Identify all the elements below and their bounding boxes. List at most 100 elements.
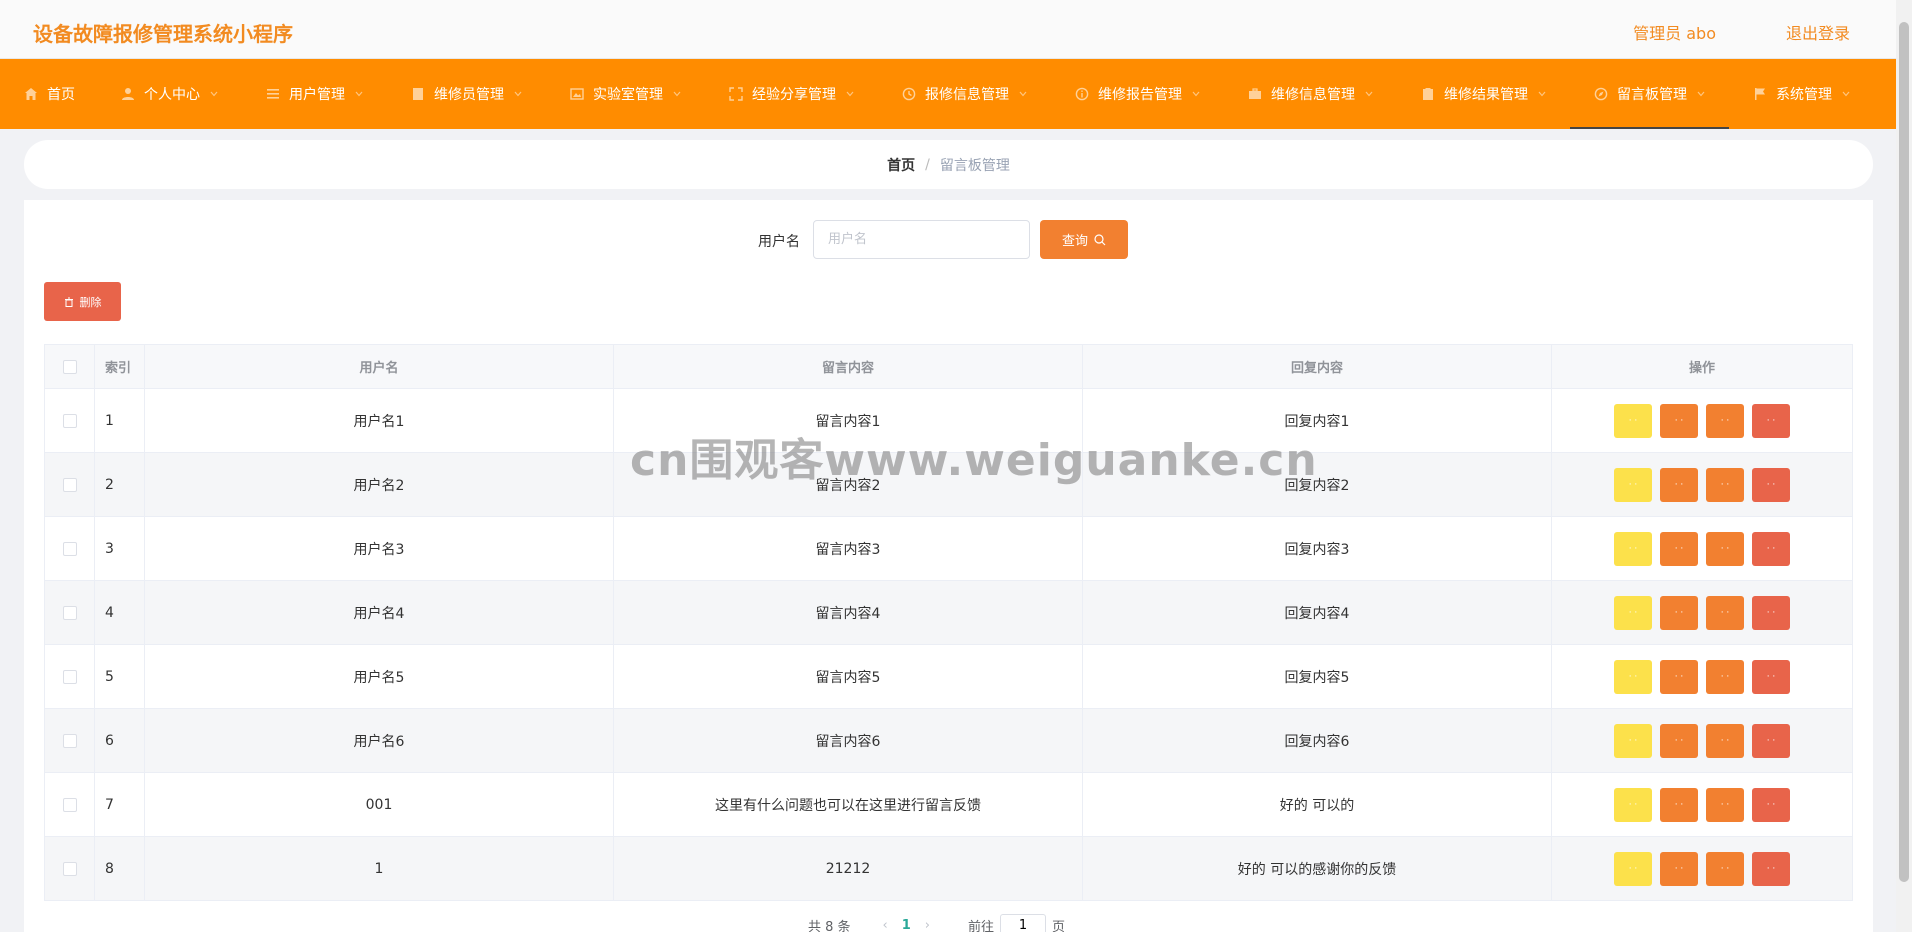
edit-button[interactable]: · · — [1660, 595, 1698, 630]
nav-item-user-management[interactable]: 用户管理 — [242, 59, 387, 129]
view-button[interactable]: · · — [1614, 531, 1652, 566]
logout-link[interactable]: 退出登录 — [1786, 20, 1850, 44]
nav-item-personal-center[interactable]: 个人中心 — [99, 59, 242, 129]
nav-item-experience-sharing[interactable]: 经验分享管理 — [705, 59, 878, 129]
row-delete-button[interactable]: · · — [1752, 595, 1790, 630]
cell-username: 用户名5 — [144, 644, 614, 709]
row-select-cell — [44, 452, 95, 517]
cell-message: 留言内容5 — [613, 644, 1083, 709]
nav-item-label: 首页 — [47, 87, 75, 103]
nav-item-lab-management[interactable]: 实验室管理 — [546, 59, 705, 129]
cell-index: 6 — [94, 708, 145, 773]
column-header-index: 索引 — [94, 344, 145, 389]
view-button[interactable]: · · — [1614, 467, 1652, 502]
row-select-cell — [44, 580, 95, 645]
prev-page-icon[interactable]: ‹ — [883, 918, 888, 932]
cell-username: 用户名3 — [144, 516, 614, 581]
column-header-actions: 操作 — [1551, 344, 1853, 389]
nav-item-home[interactable]: 首页 — [0, 59, 99, 129]
edit-button[interactable]: · · — [1660, 467, 1698, 502]
chevron-down-icon — [673, 90, 681, 98]
reply-button[interactable]: · · — [1706, 723, 1744, 758]
nav-item-repairer-management[interactable]: 维修员管理 — [387, 59, 546, 129]
column-header-message: 留言内容 — [613, 344, 1083, 389]
cell-index: 8 — [94, 836, 145, 901]
table-header-row: 索引 用户名 留言内容 回复内容 操作 — [44, 344, 1853, 389]
reply-button[interactable]: · · — [1706, 595, 1744, 630]
row-delete-button[interactable]: · · — [1752, 403, 1790, 438]
row-delete-button[interactable]: · · — [1752, 659, 1790, 694]
view-button[interactable]: · · — [1614, 595, 1652, 630]
scrollbar-thumb[interactable] — [1899, 22, 1909, 882]
reply-button[interactable]: · · — [1706, 659, 1744, 694]
chevron-down-icon — [1538, 90, 1546, 98]
cell-username: 用户名1 — [144, 388, 614, 453]
pagination-total: 共 8 条 — [808, 919, 851, 932]
edit-button[interactable]: · · — [1660, 531, 1698, 566]
cell-actions: · · · · · · · · — [1551, 452, 1853, 517]
breadcrumb: 首页 / 留言板管理 — [24, 140, 1873, 189]
view-button[interactable]: · · — [1614, 659, 1652, 694]
chevron-down-icon — [1365, 90, 1373, 98]
top-header: 设备故障报修管理系统小程序 管理员 abo 退出登录 — [0, 0, 1896, 59]
edit-button[interactable]: · · — [1660, 787, 1698, 822]
reply-button[interactable]: · · — [1706, 787, 1744, 822]
row-checkbox[interactable] — [62, 861, 77, 876]
nav-item-repair-result[interactable]: 维修结果管理 — [1397, 59, 1570, 129]
reply-button[interactable]: · · — [1706, 531, 1744, 566]
row-checkbox[interactable] — [62, 541, 77, 556]
goto-page-input[interactable] — [1000, 914, 1047, 932]
row-checkbox[interactable] — [62, 605, 77, 620]
view-button[interactable]: · · — [1614, 787, 1652, 822]
row-checkbox[interactable] — [62, 669, 77, 684]
cell-message: 留言内容4 — [613, 580, 1083, 645]
view-button[interactable]: · · — [1614, 851, 1652, 886]
row-select-cell — [44, 388, 95, 453]
chevron-down-icon — [514, 90, 522, 98]
table-row: 5 用户名5 留言内容5 回复内容5 · · · · · · · · — [44, 644, 1853, 709]
nav-item-repair-info[interactable]: 维修信息管理 — [1224, 59, 1397, 129]
nav-item-system-management[interactable]: 系统管理 — [1729, 59, 1874, 129]
row-delete-button[interactable]: · · — [1752, 851, 1790, 886]
edit-button[interactable]: · · — [1660, 403, 1698, 438]
vertical-scrollbar[interactable] — [1896, 0, 1912, 932]
nav-item-message-board[interactable]: 留言板管理 — [1570, 59, 1729, 129]
column-header-username: 用户名 — [144, 344, 614, 389]
cell-actions: · · · · · · · · — [1551, 516, 1853, 581]
breadcrumb-home-link[interactable]: 首页 — [887, 155, 915, 175]
reply-button[interactable]: · · — [1706, 467, 1744, 502]
compass-icon — [1594, 87, 1608, 101]
edit-button[interactable]: · · — [1660, 659, 1698, 694]
search-username-input[interactable] — [813, 220, 1030, 259]
cell-username: 用户名4 — [144, 580, 614, 645]
row-checkbox[interactable] — [62, 477, 77, 492]
nav-item-repair-report[interactable]: 维修报告管理 — [1051, 59, 1224, 129]
reply-button[interactable]: · · — [1706, 851, 1744, 886]
search-button[interactable]: 查询 — [1040, 220, 1128, 259]
clock-icon — [902, 87, 916, 101]
pagination: 共 8 条 ‹ 1 › 前往 页 — [808, 914, 1065, 932]
row-checkbox[interactable] — [62, 733, 77, 748]
row-delete-button[interactable]: · · — [1752, 531, 1790, 566]
row-delete-button[interactable]: · · — [1752, 723, 1790, 758]
row-delete-button[interactable]: · · — [1752, 787, 1790, 822]
view-button[interactable]: · · — [1614, 403, 1652, 438]
nav-item-label: 经验分享管理 — [752, 87, 836, 103]
edit-button[interactable]: · · — [1660, 851, 1698, 886]
reply-button[interactable]: · · — [1706, 403, 1744, 438]
edit-button[interactable]: · · — [1660, 723, 1698, 758]
breadcrumb-separator: / — [925, 156, 930, 173]
page-number-current[interactable]: 1 — [902, 918, 911, 932]
view-button[interactable]: · · — [1614, 723, 1652, 758]
row-checkbox[interactable] — [62, 413, 77, 428]
nav-item-repair-request[interactable]: 报修信息管理 — [878, 59, 1051, 129]
row-delete-button[interactable]: · · — [1752, 467, 1790, 502]
row-checkbox[interactable] — [62, 797, 77, 812]
next-page-icon[interactable]: › — [925, 918, 930, 932]
select-all-checkbox[interactable] — [62, 359, 77, 374]
row-select-cell — [44, 836, 95, 901]
delete-button[interactable]: 删除 — [44, 282, 121, 321]
cell-reply: 回复内容4 — [1082, 580, 1552, 645]
cell-actions: · · · · · · · · — [1551, 708, 1853, 773]
cell-message: 21212 — [613, 836, 1083, 901]
